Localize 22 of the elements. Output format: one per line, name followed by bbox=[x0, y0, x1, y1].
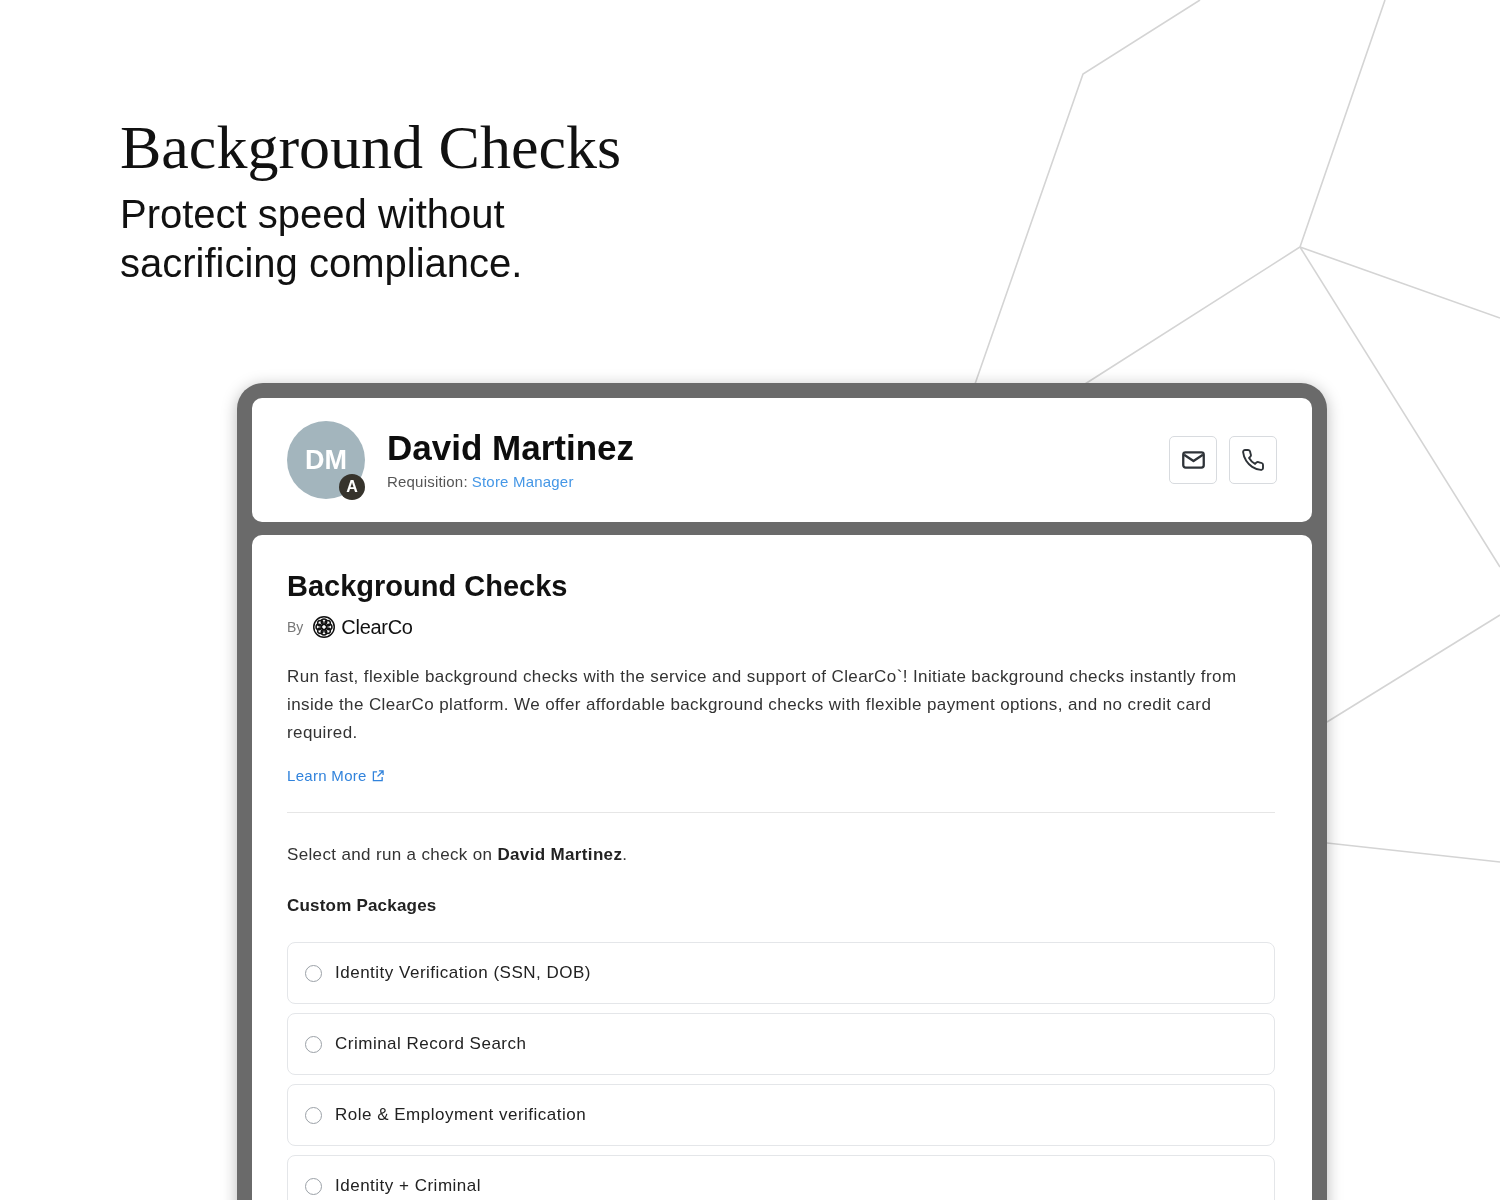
requisition-label: Requisition: bbox=[387, 472, 468, 492]
flower-logo-icon bbox=[313, 616, 336, 638]
packages-heading: Custom Packages bbox=[287, 895, 437, 917]
mail-icon bbox=[1181, 451, 1205, 469]
avatar-badge: A bbox=[339, 474, 365, 500]
by-label: By bbox=[287, 619, 304, 635]
external-link-icon bbox=[371, 770, 384, 782]
package-option[interactable]: Criminal Record Search bbox=[287, 1013, 1275, 1075]
section-title: Background Checks bbox=[287, 569, 568, 604]
hero-subtitle: Protect speed without sacrificing compliance. bbox=[120, 191, 524, 287]
package-option[interactable]: Role & Employment verification bbox=[287, 1084, 1275, 1146]
provider-name: ClearCo bbox=[341, 615, 413, 639]
email-button[interactable] bbox=[1169, 436, 1217, 484]
package-option[interactable]: Identity Verification (SSN, DOB) bbox=[287, 942, 1275, 1004]
candidate-name: David Martinez bbox=[387, 428, 634, 468]
hero-title: Background Checks bbox=[120, 112, 622, 182]
prompt-text: Select and run a check on David Martinez. bbox=[287, 844, 628, 866]
package-option[interactable]: Identity + Criminal bbox=[287, 1155, 1275, 1200]
phone-icon bbox=[1242, 449, 1264, 471]
phone-button[interactable] bbox=[1229, 436, 1277, 484]
learn-more-link[interactable]: Learn More bbox=[287, 766, 384, 786]
description-text: Run fast, flexible background checks with the service and support of ClearCo`! Initiate background checks instantly from inside the ClearCo platform. We offer affordable background checks with flexible payment options, and no credit card required. bbox=[287, 666, 1238, 744]
